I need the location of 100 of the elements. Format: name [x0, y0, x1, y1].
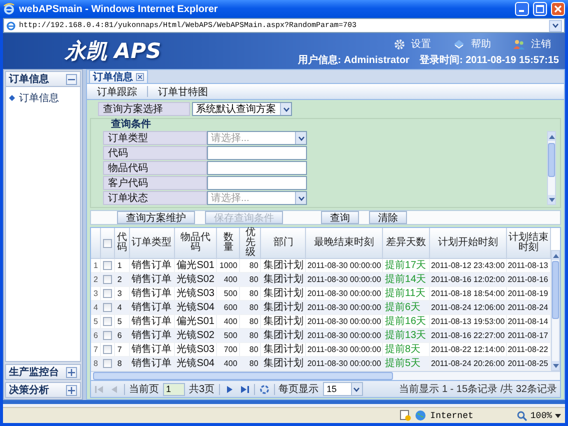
row-checkbox[interactable] [103, 345, 112, 354]
row-number: 5 [93, 316, 98, 328]
row-number: 1 [93, 260, 98, 272]
scheme-select[interactable]: 系统默认查询方案 [192, 102, 292, 116]
first-page-icon [94, 384, 105, 394]
expand-button[interactable] [66, 366, 77, 378]
gear-icon [394, 38, 405, 50]
caret-icon[interactable] [555, 414, 561, 418]
row-checkbox[interactable] [103, 303, 112, 312]
sidebar-item[interactable]: 订单信息 [9, 91, 77, 105]
column-header[interactable]: 计划开始时刻 [429, 228, 506, 258]
column-header[interactable]: 差异天数 [382, 228, 430, 258]
column-header[interactable]: 订单类型 [129, 228, 174, 258]
row-number: 6 [93, 330, 98, 342]
field-label: 物品代码 [103, 161, 207, 175]
scroll-down-icon[interactable] [552, 364, 559, 368]
toolbar-button[interactable]: 订单甘特图 [152, 84, 214, 98]
vertical-scrollbar[interactable] [547, 131, 556, 205]
warning-icon [400, 410, 412, 421]
caret-icon [353, 386, 360, 392]
horizontal-scrollbar[interactable] [91, 371, 560, 380]
page-icon [6, 20, 16, 30]
window-title: webAPSmain - Windows Internet Explorer [19, 4, 219, 14]
select-all-checkbox[interactable] [103, 238, 112, 248]
globe-icon [415, 410, 426, 421]
panel-title: 决策分析 [9, 384, 49, 397]
users-icon [513, 38, 525, 50]
maximize-icon [536, 5, 544, 13]
page-label: 当前页 [129, 382, 159, 396]
maximize-button[interactable] [533, 2, 547, 16]
last-page-icon [238, 384, 250, 394]
per-page-label: 每页显示 [278, 383, 319, 396]
input-field[interactable] [207, 176, 307, 190]
refresh-button[interactable] [258, 384, 270, 394]
plus-icon [68, 386, 75, 394]
row-checkbox[interactable] [103, 331, 112, 340]
close-button[interactable] [551, 2, 565, 16]
row-checkbox[interactable] [103, 317, 112, 326]
browser-icon [3, 3, 15, 15]
zone-text: Internet [430, 410, 474, 420]
previous-page-icon [109, 384, 120, 394]
column-header[interactable]: 最晚结束时刻 [306, 228, 383, 258]
field-label: 订单类型 [103, 131, 207, 145]
plus-icon [68, 368, 75, 376]
caret-icon [298, 196, 304, 200]
caret-icon [282, 106, 290, 112]
scroll-up-icon[interactable] [552, 254, 559, 258]
per-page-select[interactable]: 15 [322, 382, 363, 396]
action-button[interactable]: 查询方案维护 [117, 211, 195, 224]
panel-title: 生产监控台 [9, 366, 59, 379]
zoom-level[interactable]: 100% [530, 410, 552, 420]
close-icon [554, 5, 562, 13]
toolbar-button[interactable]: 订单跟踪 [91, 84, 143, 98]
field-label: 订单状态 [103, 191, 207, 205]
row-number: 8 [93, 358, 98, 370]
scroll-down-icon[interactable] [548, 198, 554, 202]
column-header[interactable]: 优先级 [240, 228, 261, 258]
zoom-icon [517, 410, 528, 420]
collapse-button[interactable] [66, 74, 77, 84]
header-link[interactable]: 注销 [513, 37, 551, 51]
panel-header[interactable]: 生产监控台 [5, 364, 81, 380]
column-header[interactable]: 物品代码 [174, 228, 217, 258]
action-button[interactable]: 查询 [321, 211, 359, 224]
row-checkbox[interactable] [103, 261, 112, 270]
input-field[interactable] [207, 146, 307, 160]
minimize-button[interactable] [515, 2, 529, 16]
panel-header[interactable]: 决策分析 [5, 382, 81, 398]
logo: 永凯 APS [65, 38, 162, 65]
expand-button[interactable] [66, 384, 77, 396]
diamond-icon [9, 95, 15, 101]
dropdown-button[interactable] [549, 20, 562, 32]
refresh-icon [260, 384, 269, 394]
panel-header[interactable]: 订单信息 [5, 71, 81, 87]
action-button[interactable]: 清除 [369, 211, 407, 224]
book-icon [453, 39, 465, 49]
header-link[interactable]: 设置 [394, 37, 431, 51]
caret-icon [552, 23, 559, 28]
vertical-scrollbar[interactable] [551, 250, 560, 371]
scroll-up-icon[interactable] [548, 134, 554, 138]
column-header[interactable]: 数量 [216, 228, 240, 258]
pager-button[interactable] [238, 384, 250, 394]
page-input[interactable]: 1 [163, 382, 185, 396]
column-header[interactable]: 代码 [114, 228, 130, 258]
row-checkbox[interactable] [103, 359, 112, 368]
row-checkbox[interactable] [103, 275, 112, 284]
login-time: 登录时间: 2011-08-19 15:57:15 [419, 54, 559, 67]
input-field[interactable] [207, 161, 307, 175]
user-info: 用户信息: Administrator [298, 53, 410, 67]
row-number: 7 [93, 344, 98, 356]
field-label: 查询方案选择 [98, 102, 190, 116]
row-checkbox[interactable] [103, 289, 112, 298]
close-icon[interactable] [136, 73, 144, 81]
tab[interactable]: 订单信息 [89, 70, 148, 83]
column-header[interactable]: 计划结束时刻 [506, 228, 551, 258]
row-number: 2 [93, 274, 98, 286]
page-total: 共3页 [189, 382, 215, 396]
record-summary: 当前显示 1 - 15条记录 /共 32条记录 [399, 382, 557, 396]
panel-title: 订单信息 [9, 72, 49, 86]
group-title: 查询条件 [110, 119, 151, 131]
column-header[interactable]: 部门 [260, 228, 306, 258]
